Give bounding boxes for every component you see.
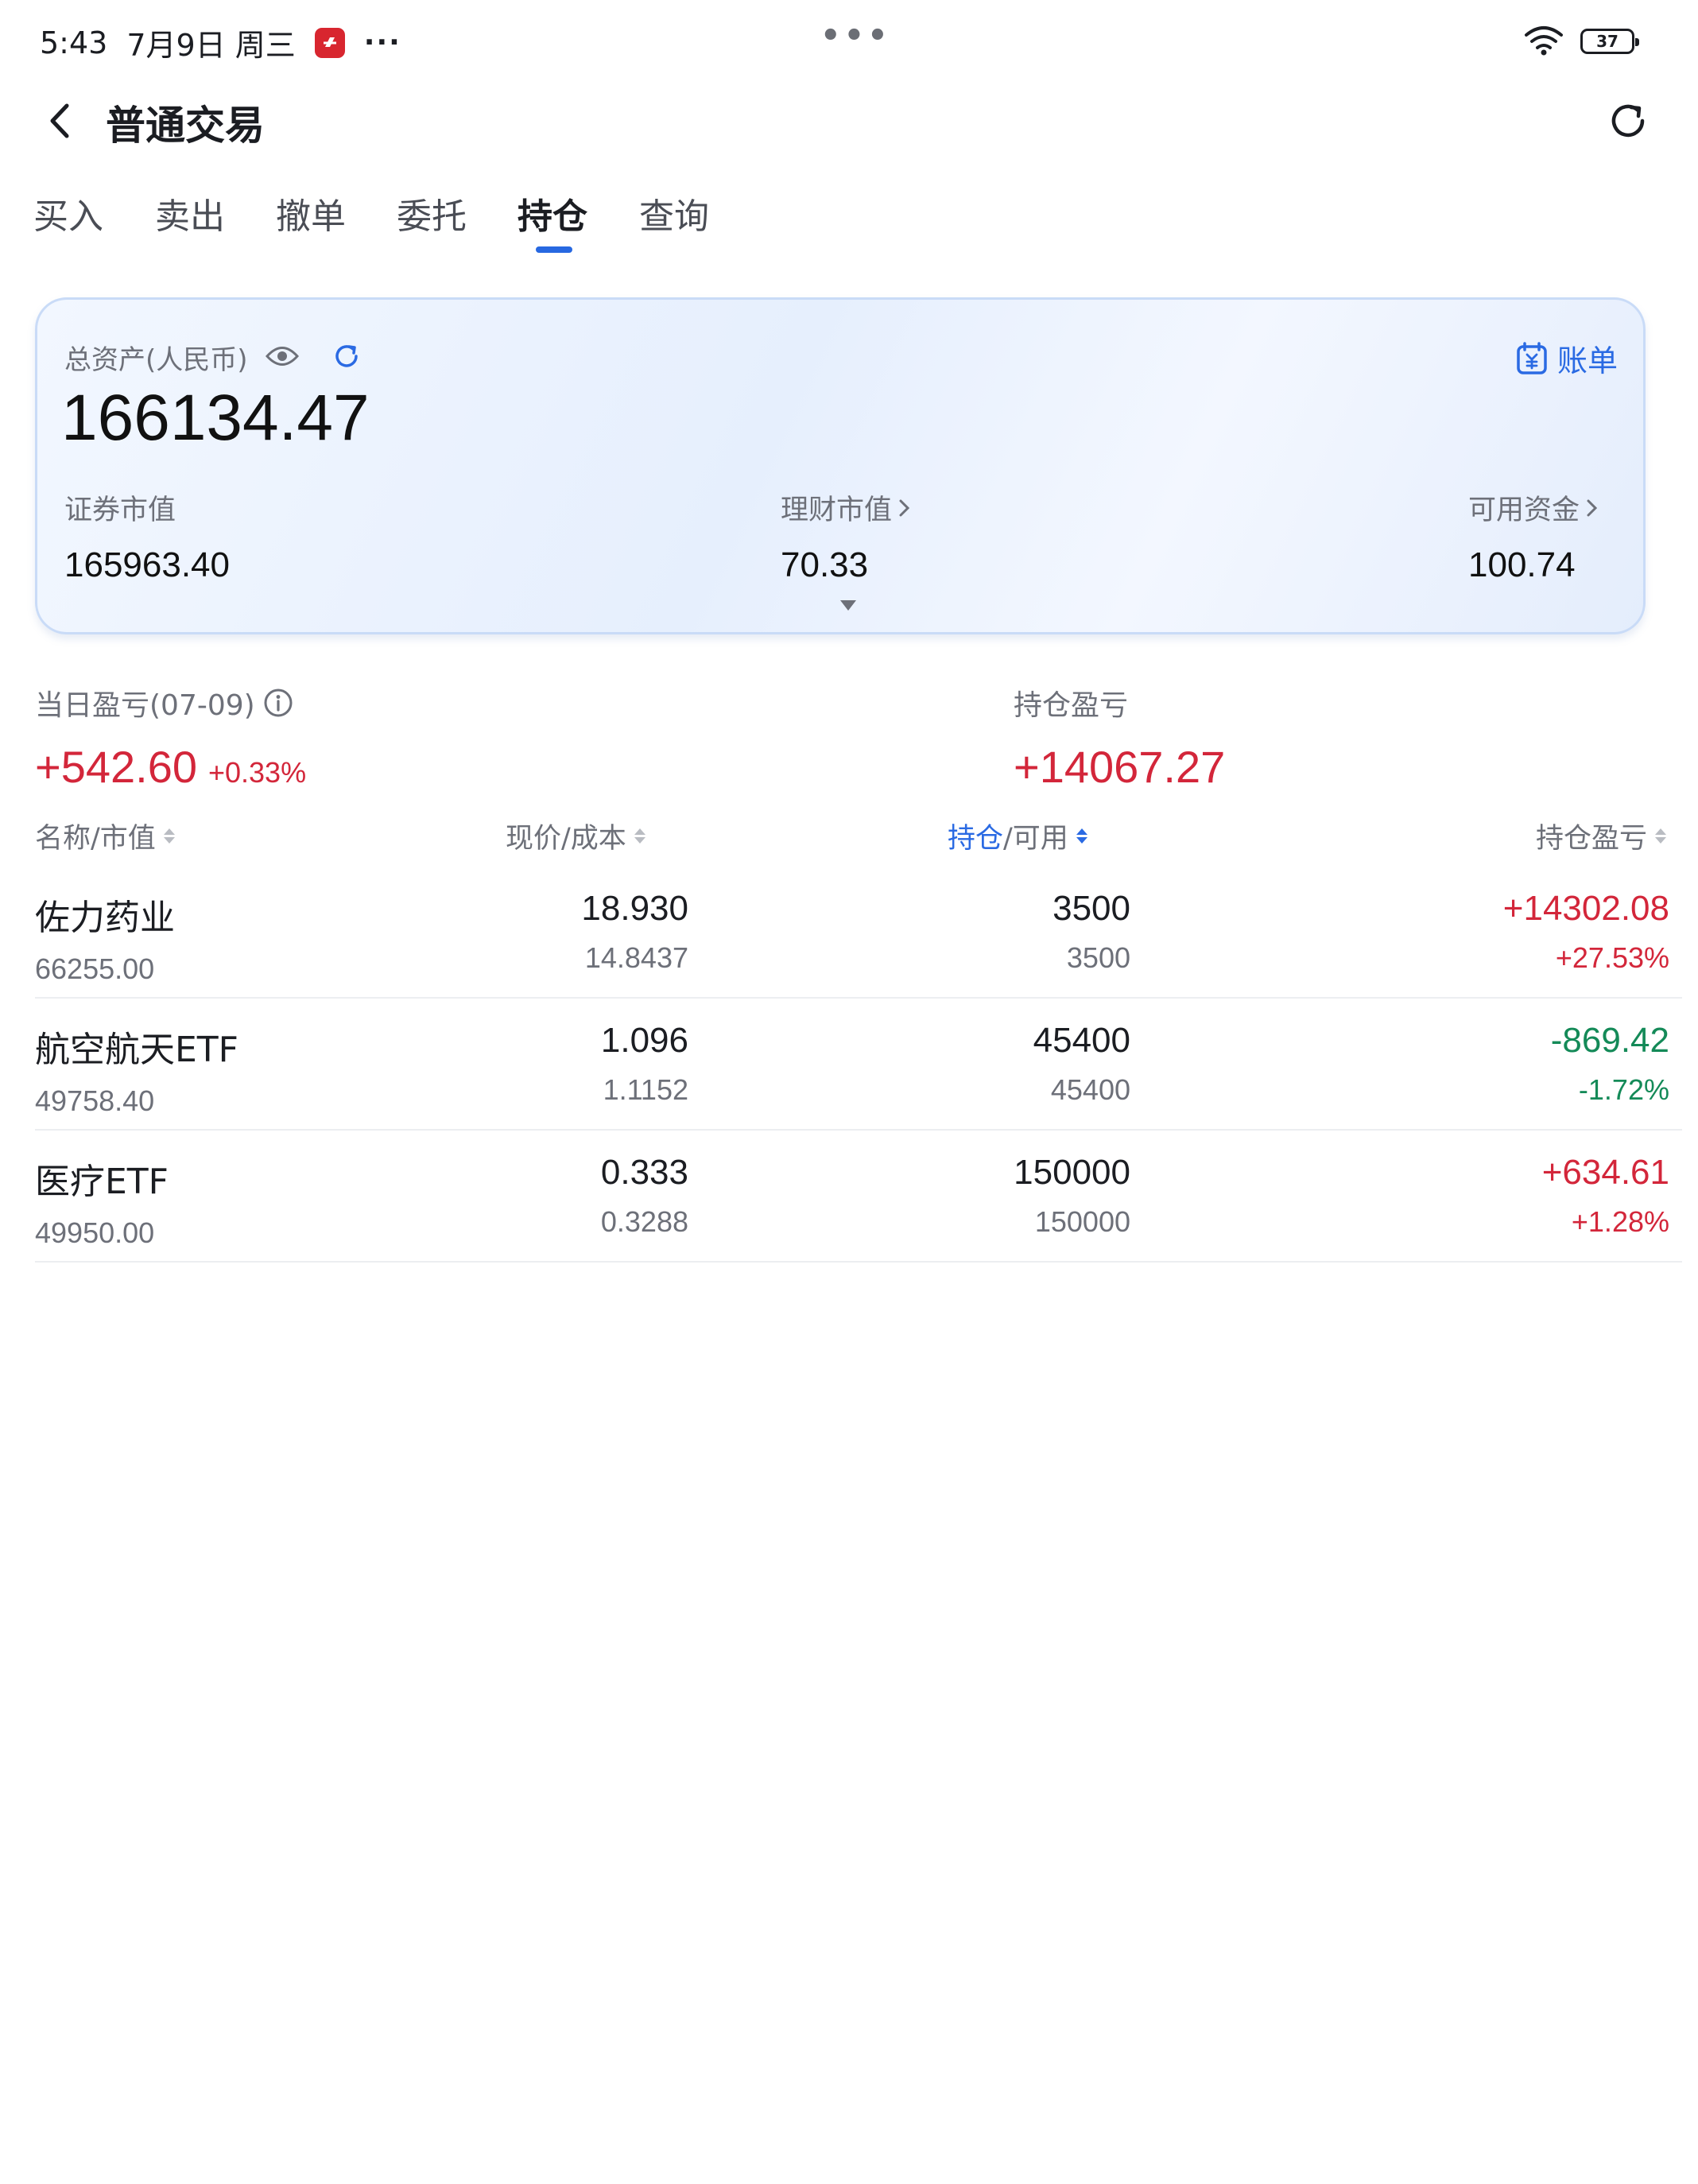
daily-profit-block: 当日盈亏(07-09) +542.60 +0.33% — [35, 682, 306, 793]
chevron-right-icon — [899, 499, 910, 516]
more-dots-icon[interactable]: ••• — [820, 17, 891, 54]
wealth-value-block[interactable]: 理财市值 70.33 — [781, 487, 913, 585]
name-header-label: 名称/市值 — [35, 823, 156, 855]
tab-cancel-order[interactable]: 撤单 — [276, 188, 346, 239]
status-date: 7月9日 周三 — [126, 28, 296, 63]
position-profit-label: 持仓盈亏 — [1014, 689, 1129, 722]
stock-profit-percent: +1.28% — [1571, 1205, 1669, 1238]
table-row[interactable]: 医疗ETF 49950.00 0.333 0.3288 150000 15000… — [35, 1131, 1682, 1263]
position-profit-block: 持仓盈亏 +14067.27 — [1014, 682, 1225, 793]
securities-value-label: 证券市值 — [64, 495, 176, 526]
stock-price: 18.930 — [581, 889, 688, 928]
page-title: 普通交易 — [106, 103, 265, 149]
daily-profit-label: 当日盈亏(07-09) — [35, 689, 255, 722]
status-left: 5:43 7月9日 周三 ··· — [40, 21, 401, 64]
refresh-button[interactable] — [1603, 95, 1653, 146]
header: 普通交易 — [0, 80, 1698, 159]
profit-header-label: 持仓盈亏 — [1535, 823, 1647, 855]
total-assets-label-row: 总资产(人民币) — [64, 338, 361, 377]
stock-quantity: 150000 — [1014, 1153, 1130, 1192]
stock-name: 航空航天ETF — [35, 1030, 238, 1070]
eye-icon[interactable] — [265, 344, 299, 371]
sort-icon — [1655, 828, 1666, 844]
sort-profit-header[interactable]: 持仓盈亏 — [1536, 816, 1666, 856]
total-assets-label: 总资产(人民币) — [64, 344, 248, 376]
daily-profit-value: +542.60 — [35, 742, 197, 792]
stock-cost: 14.8437 — [584, 941, 688, 974]
expand-down-icon[interactable] — [840, 600, 856, 611]
tab-query[interactable]: 查询 — [639, 188, 709, 239]
wealth-value: 70.33 — [781, 545, 869, 584]
status-right: 37 — [1523, 24, 1639, 59]
total-assets-value: 166134.47 — [61, 382, 370, 454]
tab-positions[interactable]: 持仓 — [518, 188, 587, 239]
sort-icon — [163, 828, 175, 844]
position-profit-value: +14067.27 — [1014, 742, 1226, 792]
table-row[interactable]: 航空航天ETF 49758.40 1.096 1.1152 45400 4540… — [35, 999, 1682, 1131]
active-tab-indicator — [536, 246, 572, 253]
tab-bar: 买入 卖出 撤单 委托 持仓 查询 — [0, 188, 1698, 259]
chevron-right-icon — [1587, 499, 1598, 516]
stock-cost: 1.1152 — [603, 1073, 688, 1106]
wifi-icon — [1523, 24, 1564, 59]
stock-quantity: 45400 — [1033, 1021, 1130, 1060]
stock-market-value: 49758.40 — [35, 1084, 155, 1117]
stock-profit: -869.42 — [1550, 1021, 1669, 1060]
refresh-icon — [1611, 104, 1645, 138]
daily-profit-percent: +0.33% — [207, 756, 307, 789]
stock-quantity: 3500 — [1053, 889, 1130, 928]
stock-market-value: 49950.00 — [35, 1216, 155, 1249]
stock-profit-percent: -1.72% — [1578, 1073, 1669, 1106]
stock-price: 0.333 — [600, 1153, 688, 1192]
securities-value-block: 证券市值 165963.40 — [64, 487, 230, 585]
stock-available: 3500 — [1066, 941, 1130, 974]
available-funds-label: 可用资金 — [1468, 495, 1580, 526]
info-icon[interactable] — [263, 688, 293, 718]
bill-button[interactable]: 账单 — [1516, 336, 1618, 380]
available-funds-block[interactable]: 可用资金 100.74 — [1468, 487, 1600, 585]
stock-price: 1.096 — [600, 1021, 688, 1060]
stock-profit-percent: +27.53% — [1555, 941, 1669, 974]
quantity-header-rest: /可用 — [1003, 823, 1068, 855]
sort-name-header[interactable]: 名称/市值 — [35, 816, 175, 856]
app-badge-icon — [314, 27, 345, 58]
stock-profit: +14302.08 — [1502, 889, 1669, 928]
status-more: ··· — [363, 26, 401, 59]
wealth-value-label: 理财市值 — [781, 495, 893, 526]
bill-label: 账单 — [1556, 343, 1618, 378]
stock-available: 150000 — [1034, 1205, 1130, 1238]
price-header-label: 现价/成本 — [506, 823, 626, 855]
stock-profit: +634.61 — [1541, 1153, 1669, 1192]
stock-market-value: 66255.00 — [35, 952, 155, 985]
tab-buy[interactable]: 买入 — [33, 188, 103, 239]
status-time: 5:43 — [40, 25, 108, 60]
bill-calendar-icon — [1517, 341, 1547, 374]
back-button[interactable] — [35, 97, 83, 145]
stock-name: 医疗ETF — [35, 1162, 169, 1202]
sort-icon — [634, 828, 645, 844]
available-funds-value: 100.74 — [1468, 545, 1576, 584]
status-bar: 5:43 7月9日 周三 ··· ••• 37 — [0, 0, 1698, 80]
holdings-list: 佐力药业 66255.00 18.930 14.8437 3500 3500 +… — [35, 867, 1682, 1263]
asset-card: 总资产(人民币) 账单 166134.47 证券市值 165963.40 理财市… — [35, 297, 1646, 634]
tab-sell[interactable]: 卖出 — [155, 188, 225, 239]
back-arrow-icon — [50, 103, 69, 138]
battery-icon: 37 — [1580, 29, 1639, 54]
tab-orders[interactable]: 委托 — [397, 188, 467, 239]
sort-price-header[interactable]: 现价/成本 — [506, 816, 645, 856]
stock-name: 佐力药业 — [35, 898, 175, 938]
quantity-header-highlight: 持仓 — [948, 823, 1004, 855]
sort-active-icon — [1076, 828, 1087, 844]
stock-available: 45400 — [1050, 1073, 1130, 1106]
sort-quantity-header[interactable]: 持仓/可用 — [948, 816, 1087, 856]
stock-cost: 0.3288 — [600, 1205, 688, 1238]
card-refresh-icon[interactable] — [332, 342, 361, 374]
holdings-table-header: 名称/市值 现价/成本 持仓/可用 持仓盈亏 — [0, 816, 1698, 863]
securities-value: 165963.40 — [64, 545, 230, 584]
table-row[interactable]: 佐力药业 66255.00 18.930 14.8437 3500 3500 +… — [35, 867, 1682, 999]
